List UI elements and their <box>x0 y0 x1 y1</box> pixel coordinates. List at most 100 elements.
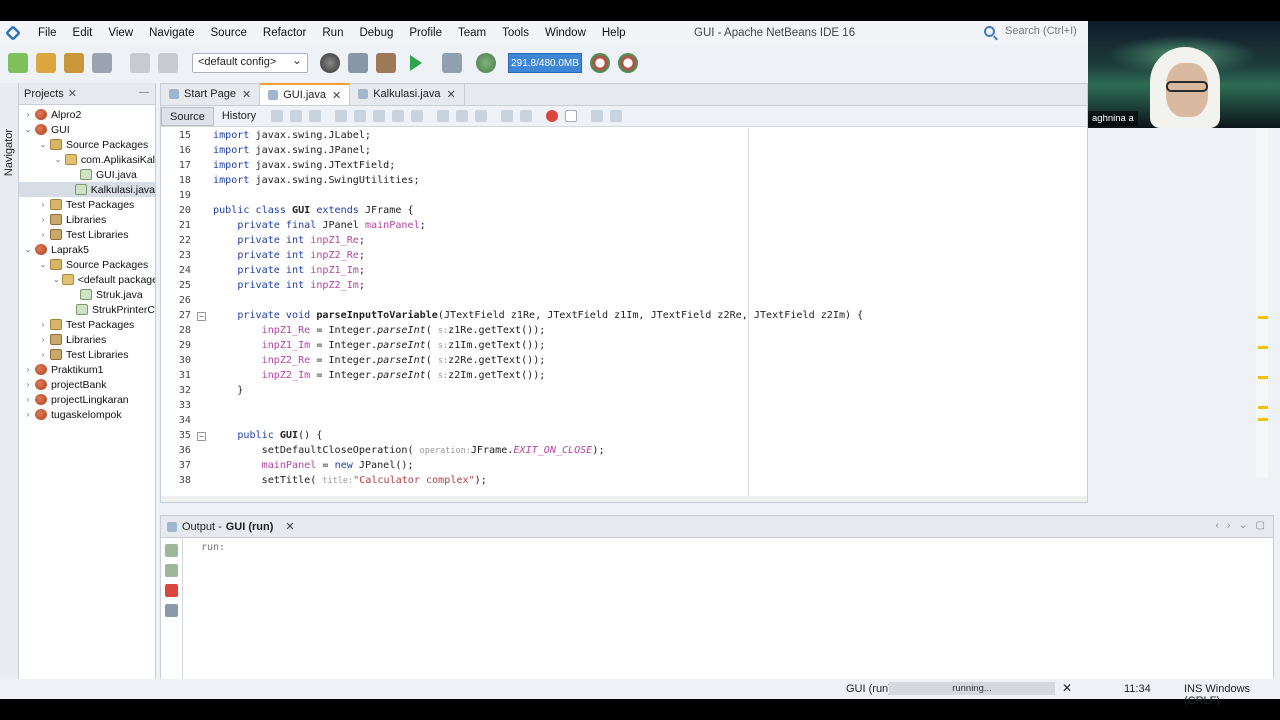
chevron-down-icon[interactable]: ⌄ <box>53 155 63 164</box>
chevron-down-icon[interactable]: ⌄ <box>23 125 33 134</box>
editor-tab[interactable]: Start Page ✕ <box>161 83 261 105</box>
code-line[interactable]: public GUI() { <box>213 428 863 443</box>
code-line[interactable]: inpZ1_Im = Integer.parseInt( s:z1Im.getT… <box>213 338 863 353</box>
tree-item[interactable]: ⌄ Source Packages <box>19 137 155 152</box>
tree-item[interactable]: Kalkulasi.java <box>19 182 155 197</box>
chevron-right-icon[interactable]: › <box>23 365 33 374</box>
code-line[interactable]: } <box>213 383 863 398</box>
close-icon[interactable]: ✕ <box>332 89 341 102</box>
new-project-icon[interactable] <box>36 53 56 73</box>
code-line[interactable]: import javax.swing.JTextField; <box>213 158 863 173</box>
close-icon[interactable]: ✕ <box>285 520 294 533</box>
output-controls[interactable]: ‹ › ⌄ ▢ <box>1216 520 1266 531</box>
code-line[interactable] <box>213 413 863 428</box>
code-line[interactable]: private final JPanel mainPanel; <box>213 218 863 233</box>
chevron-right-icon[interactable]: › <box>38 200 48 209</box>
pause-profiling-icon[interactable] <box>618 53 638 73</box>
code-line[interactable]: inpZ2_Re = Integer.parseInt( s:z2Re.getT… <box>213 353 863 368</box>
shift-left-icon[interactable] <box>501 110 514 122</box>
toggle-rectangular-icon[interactable] <box>411 110 424 122</box>
clean-build-icon[interactable] <box>376 53 396 73</box>
chevron-right-icon[interactable]: › <box>38 350 48 359</box>
chevron-down-icon[interactable]: ⌄ <box>38 260 48 269</box>
editor-tab[interactable]: GUI.java ✕ <box>260 83 351 105</box>
code-line[interactable]: private int inpZ1_Im; <box>213 263 863 278</box>
warning-marker[interactable] <box>1258 376 1268 379</box>
output-tab[interactable]: Output - GUI (run) ✕ <box>161 516 1273 538</box>
tree-item[interactable]: ⌄ GUI <box>19 122 155 137</box>
chevron-right-icon[interactable]: › <box>38 320 48 329</box>
memory-usage-bar[interactable]: 291.8/480.0MB <box>508 53 582 73</box>
chevron-down-icon[interactable]: ⌄ <box>38 140 48 149</box>
chevron-down-icon[interactable]: ⌄ <box>23 245 33 254</box>
editor-error-stripe[interactable] <box>1256 128 1268 478</box>
code-lines[interactable]: import javax.swing.JLabel; import javax.s… <box>213 128 863 488</box>
rerun-with-params-icon[interactable] <box>165 564 178 577</box>
code-line[interactable]: private int inpZ2_Re; <box>213 248 863 263</box>
projects-tab[interactable]: Projects ✕ <box>19 83 155 105</box>
chevron-right-icon[interactable]: › <box>38 215 48 224</box>
menu-team[interactable]: Team <box>450 27 494 39</box>
tree-item[interactable]: ⌄ <default package> <box>19 272 155 287</box>
tree-item[interactable]: ⌄ Source Packages <box>19 257 155 272</box>
find-previous-icon[interactable] <box>354 110 367 122</box>
redo-icon[interactable] <box>158 53 178 73</box>
toggle-bookmark-icon[interactable] <box>475 110 488 122</box>
tree-item[interactable]: › Test Packages <box>19 317 155 332</box>
chevron-right-icon[interactable]: › <box>23 380 33 389</box>
chevron-right-icon[interactable]: › <box>23 395 33 404</box>
menu-refactor[interactable]: Refactor <box>255 27 314 39</box>
code-line[interactable] <box>213 398 863 413</box>
chevron-down-icon[interactable]: ⌄ <box>53 275 60 284</box>
menu-file[interactable]: File <box>30 27 65 39</box>
horizontal-scrollbar[interactable] <box>161 496 1087 502</box>
stop-macro-icon[interactable] <box>565 110 578 122</box>
menu-profile[interactable]: Profile <box>401 27 450 39</box>
source-view-button[interactable]: Source <box>161 106 214 126</box>
menu-source[interactable]: Source <box>202 27 254 39</box>
tree-item[interactable]: ⌄ Laprak5 <box>19 242 155 257</box>
chevron-right-icon[interactable]: › <box>23 110 33 119</box>
code-line[interactable]: import javax.swing.JLabel; <box>213 128 863 143</box>
history-view-button[interactable]: History <box>214 107 264 126</box>
close-icon[interactable]: ✕ <box>446 88 455 101</box>
open-project-icon[interactable] <box>64 53 84 73</box>
save-all-icon[interactable] <box>92 53 112 73</box>
code-line[interactable]: private void parseInputToVariable(JTextF… <box>213 308 863 323</box>
menu-tools[interactable]: Tools <box>494 27 537 39</box>
fold-toggle-icon[interactable]: − <box>197 432 206 441</box>
menu-debug[interactable]: Debug <box>351 27 401 39</box>
warning-marker[interactable] <box>1258 346 1268 349</box>
menu-edit[interactable]: Edit <box>65 27 101 39</box>
code-line[interactable]: import javax.swing.SwingUtilities; <box>213 173 863 188</box>
warning-marker[interactable] <box>1258 406 1268 409</box>
chevron-right-icon[interactable]: › <box>38 230 48 239</box>
tree-item[interactable]: › Test Packages <box>19 197 155 212</box>
build-hammer-icon[interactable] <box>348 53 368 73</box>
tree-item[interactable]: StrukPrinterC <box>19 302 155 317</box>
minimize-icon[interactable]: — <box>139 87 149 98</box>
warning-marker[interactable] <box>1258 418 1268 421</box>
profile-icon[interactable] <box>476 53 496 73</box>
last-edit-icon[interactable] <box>271 110 284 122</box>
code-line[interactable]: mainPanel = new JPanel(); <box>213 458 863 473</box>
find-next-icon[interactable] <box>373 110 386 122</box>
chevron-right-icon[interactable]: › <box>23 410 33 419</box>
tree-item[interactable]: › Test Libraries <box>19 347 155 362</box>
code-line[interactable]: private int inpZ2_Im; <box>213 278 863 293</box>
code-line[interactable] <box>213 188 863 203</box>
menu-run[interactable]: Run <box>314 27 351 39</box>
close-icon[interactable]: ✕ <box>242 88 251 101</box>
tree-item[interactable]: › Libraries <box>19 332 155 347</box>
tree-item[interactable]: › Praktikum1 <box>19 362 155 377</box>
find-icon[interactable] <box>335 110 348 122</box>
tree-item[interactable]: › tugaskelompok <box>19 407 155 422</box>
undo-icon[interactable] <box>130 53 150 73</box>
cancel-task-icon[interactable]: ✕ <box>1062 681 1072 695</box>
previous-bookmark-icon[interactable] <box>437 110 450 122</box>
search-placeholder[interactable]: Search (Ctrl+I) <box>1005 25 1077 37</box>
settings-icon[interactable] <box>165 604 178 617</box>
search-box[interactable]: Search (Ctrl+I) <box>984 25 1077 37</box>
code-line[interactable]: public class GUI extends JFrame { <box>213 203 863 218</box>
code-line[interactable]: inpZ1_Re = Integer.parseInt( s:z1Re.getT… <box>213 323 863 338</box>
